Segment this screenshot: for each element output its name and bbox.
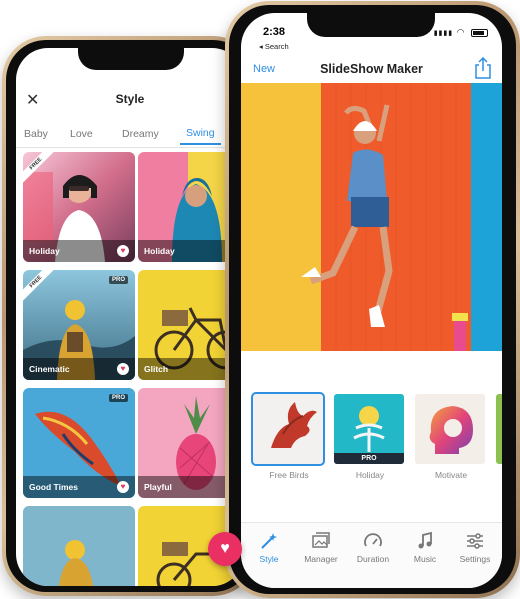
tab-dreamy[interactable]: Dreamy bbox=[122, 128, 159, 140]
filter-thumb: PRO bbox=[334, 394, 404, 464]
pro-strip: PRO bbox=[334, 453, 404, 464]
filter-partial[interactable] bbox=[496, 394, 502, 464]
status-bar: 2:38 ◂ Search ▮▮▮▮ ◠ bbox=[241, 21, 502, 51]
filter-thumb bbox=[251, 392, 325, 466]
bottom-tab-bar: Style Manager Duration Music Settings bbox=[241, 522, 502, 588]
speedometer-icon bbox=[347, 530, 399, 552]
style-card-holiday-1[interactable]: FREE Holiday ♥ bbox=[23, 152, 135, 262]
back-phone-frame: ✕ Style Baby Love Dreamy Swing FREE Holi… bbox=[2, 36, 257, 596]
heart-icon[interactable]: ♥ bbox=[117, 245, 129, 257]
tab-label: Settings bbox=[459, 554, 491, 564]
tab-label: Manager bbox=[304, 554, 338, 564]
style-card-good-times[interactable]: PRO Good Times ♥ bbox=[23, 388, 135, 498]
filter-name: Holiday bbox=[355, 470, 385, 480]
tab-label: Duration bbox=[356, 554, 390, 564]
back-phone-notch bbox=[78, 48, 184, 70]
status-time: 2:38 bbox=[263, 26, 286, 38]
style-screen: ✕ Style Baby Love Dreamy Swing FREE Holi… bbox=[16, 48, 244, 586]
heart-icon[interactable]: ♥ bbox=[117, 481, 129, 493]
battery-icon bbox=[471, 28, 488, 37]
filter-thumb bbox=[496, 394, 502, 464]
filter-holiday[interactable]: PRO Holiday bbox=[334, 394, 406, 480]
tab-baby[interactable]: Baby bbox=[24, 128, 48, 140]
magic-wand-icon bbox=[243, 530, 295, 552]
front-phone-frame: 2:38 ◂ Search ▮▮▮▮ ◠ New SlideShow Maker bbox=[225, 1, 520, 598]
back-to-search-link[interactable]: ◂ Search bbox=[259, 42, 289, 51]
filter-free-birds[interactable]: Free Birds bbox=[251, 392, 325, 480]
style-card-7[interactable] bbox=[23, 506, 135, 586]
style-card-cinematic[interactable]: FREE PRO Cinematic ♥ bbox=[23, 270, 135, 380]
tab-manager[interactable]: Manager bbox=[295, 530, 347, 564]
tab-music[interactable]: Music bbox=[399, 530, 451, 564]
filter-name: Motivate bbox=[434, 470, 468, 480]
tab-style[interactable]: Style bbox=[243, 530, 295, 564]
tab-love[interactable]: Love bbox=[70, 128, 93, 140]
style-title: Style bbox=[115, 92, 145, 106]
share-icon[interactable] bbox=[474, 57, 492, 79]
style-tabs: Baby Love Dreamy Swing bbox=[16, 122, 244, 148]
sliders-icon bbox=[449, 530, 501, 552]
image-stack-icon bbox=[295, 530, 347, 552]
nav-bar: New SlideShow Maker bbox=[241, 55, 502, 83]
signal-icon: ▮▮▮▮ bbox=[433, 30, 454, 37]
bird-hand-icon bbox=[253, 394, 323, 464]
status-icons: ▮▮▮▮ ◠ bbox=[434, 27, 488, 38]
style-header: ✕ Style bbox=[16, 86, 244, 114]
tab-swing[interactable]: Swing bbox=[180, 127, 221, 145]
filter-name: Free Birds bbox=[269, 470, 309, 480]
slideshow-screen: 2:38 ◂ Search ▮▮▮▮ ◠ New SlideShow Maker bbox=[241, 13, 502, 588]
cinematic-photo bbox=[23, 506, 135, 586]
pro-badge: PRO bbox=[108, 276, 128, 284]
pro-badge: PRO bbox=[108, 394, 128, 402]
app-title: SlideShow Maker bbox=[320, 62, 423, 76]
tab-label: Music bbox=[413, 554, 437, 564]
filter-row: Free Birds PRO Holiday Motivate bbox=[241, 392, 502, 486]
tab-settings[interactable]: Settings bbox=[449, 530, 501, 564]
tab-duration[interactable]: Duration bbox=[347, 530, 399, 564]
slideshow-preview-image[interactable] bbox=[241, 83, 502, 351]
wifi-icon: ◠ bbox=[456, 27, 466, 37]
music-note-icon bbox=[399, 530, 451, 552]
favorite-fab-heart-icon[interactable]: ♥ bbox=[208, 532, 242, 566]
filter-motivate[interactable]: Motivate bbox=[415, 394, 487, 480]
head-profile-icon bbox=[415, 394, 485, 464]
tab-label: Style bbox=[259, 554, 279, 564]
heart-icon[interactable]: ♥ bbox=[117, 363, 129, 375]
filter-thumb bbox=[415, 394, 485, 464]
